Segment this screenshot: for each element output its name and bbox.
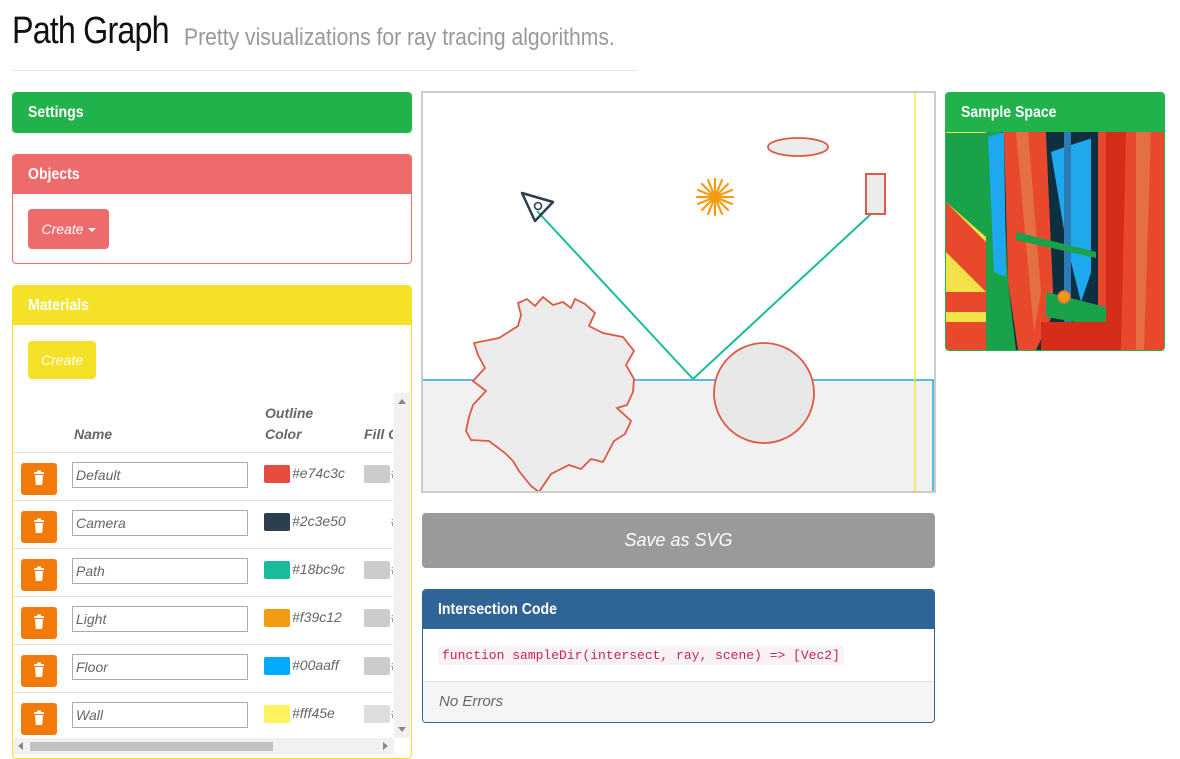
fill-color-swatch[interactable] <box>364 657 390 675</box>
outline-color-value[interactable]: #fff45e <box>292 705 335 721</box>
fill-color-value[interactable]: # <box>391 657 393 673</box>
outline-color-value[interactable]: #18bc9c <box>292 561 345 577</box>
material-row: Default #e74c3c # <box>13 452 393 501</box>
save-svg-button[interactable]: Save as SVG <box>422 513 935 568</box>
material-row: Path #18bc9c # <box>13 548 393 597</box>
create-material-button[interactable]: Create <box>28 341 96 379</box>
objects-panel: Objects Create <box>12 154 412 264</box>
intersection-code-panel: Intersection Code function sampleDir(int… <box>422 589 935 723</box>
material-name-input[interactable]: Wall <box>72 702 248 728</box>
materials-heading: Materials <box>13 286 411 325</box>
settings-heading[interactable]: Settings <box>13 93 411 132</box>
materials-table: Name Outline Color Fill C Default #e74c3c… <box>13 392 393 737</box>
material-row: Light #f39c12 # <box>13 596 393 645</box>
material-name-input[interactable]: Camera <box>72 510 248 536</box>
sun-icon[interactable] <box>695 177 735 217</box>
camera-icon[interactable] <box>520 191 555 223</box>
outline-color-swatch[interactable] <box>264 609 290 627</box>
intersection-code-editor[interactable]: function sampleDir(intersect, ray, scene… <box>438 646 844 665</box>
horizontal-scrollbar[interactable] <box>13 738 394 754</box>
page-subtitle: Pretty visualizations for ray tracing al… <box>184 24 615 51</box>
column-header-name: Name <box>74 426 113 442</box>
column-header-outline: Outline Color <box>265 405 314 442</box>
fill-color-swatch[interactable] <box>364 705 390 723</box>
page-header: Path Graph Pretty visualizations for ray… <box>12 10 638 71</box>
intersection-code-heading: Intersection Code <box>423 590 934 629</box>
delete-material-button[interactable] <box>21 607 57 639</box>
fill-color-swatch[interactable] <box>364 561 390 579</box>
outline-color-swatch[interactable] <box>264 705 290 723</box>
outline-color-value[interactable]: #e74c3c <box>292 465 345 481</box>
fill-color-swatch[interactable] <box>364 609 390 627</box>
objects-heading: Objects <box>13 155 411 194</box>
delete-material-button[interactable] <box>21 559 57 591</box>
material-row: Camera #2c3e50 # <box>13 500 393 549</box>
scroll-right-icon[interactable] <box>383 742 388 750</box>
vertical-scrollbar[interactable] <box>394 393 410 738</box>
scroll-left-icon[interactable] <box>18 742 23 750</box>
ellipse-object[interactable] <box>767 137 829 157</box>
material-row: Floor #00aaff # <box>13 644 393 693</box>
trash-icon <box>34 614 44 629</box>
materials-panel: Materials Create Name Outline Color Fill… <box>12 285 412 759</box>
settings-panel[interactable]: Settings <box>12 92 412 133</box>
outline-color-value[interactable]: #2c3e50 <box>292 513 346 529</box>
outline-color-value[interactable]: #00aaff <box>292 657 339 673</box>
fill-color-value[interactable]: # <box>391 561 393 577</box>
trash-icon <box>34 470 44 485</box>
sample-space-heading: Sample Space <box>946 93 1164 132</box>
material-name-input[interactable]: Floor <box>72 654 248 680</box>
sample-space-plot[interactable] <box>946 132 1164 350</box>
delete-material-button[interactable] <box>21 511 57 543</box>
fill-color-swatch[interactable] <box>364 465 390 483</box>
material-row: Wall #fff45e # <box>13 692 393 737</box>
outline-color-swatch[interactable] <box>264 513 290 531</box>
intersection-status-bar: No Errors <box>423 681 934 722</box>
scroll-down-icon[interactable] <box>398 727 406 732</box>
sample-space-panel: Sample Space <box>945 92 1165 351</box>
fill-color-value[interactable]: # <box>391 513 393 529</box>
column-header-fill: Fill C <box>364 426 393 442</box>
outline-color-swatch[interactable] <box>264 561 290 579</box>
scene-canvas[interactable] <box>421 91 936 493</box>
fill-color-value[interactable]: # <box>391 609 393 625</box>
trash-icon <box>34 566 44 581</box>
intersection-status: No Errors <box>439 693 504 710</box>
fill-color-value[interactable]: # <box>391 465 393 481</box>
circle-object[interactable] <box>713 342 815 444</box>
intersection-code-text[interactable]: function sampleDir(intersect, ray, scene… <box>438 646 844 665</box>
trash-icon <box>34 662 44 677</box>
outline-color-swatch[interactable] <box>264 657 290 675</box>
delete-material-button[interactable] <box>21 463 57 495</box>
outline-color-value[interactable]: #f39c12 <box>292 609 342 625</box>
horizontal-scroll-thumb[interactable] <box>30 742 273 751</box>
rect-object[interactable] <box>865 173 886 215</box>
page-title: Path Graph <box>12 10 170 52</box>
scroll-up-icon[interactable] <box>398 399 406 404</box>
trash-icon <box>34 518 44 533</box>
trash-icon <box>34 710 44 725</box>
delete-material-button[interactable] <box>21 703 57 735</box>
material-name-input[interactable]: Light <box>72 606 248 632</box>
create-object-button[interactable]: Create <box>28 209 109 249</box>
fill-color-value[interactable]: # <box>391 705 393 721</box>
material-name-input[interactable]: Default <box>72 462 248 488</box>
material-name-input[interactable]: Path <box>72 558 248 584</box>
caret-down-icon <box>87 228 96 233</box>
outline-color-swatch[interactable] <box>264 465 290 483</box>
delete-material-button[interactable] <box>21 655 57 687</box>
